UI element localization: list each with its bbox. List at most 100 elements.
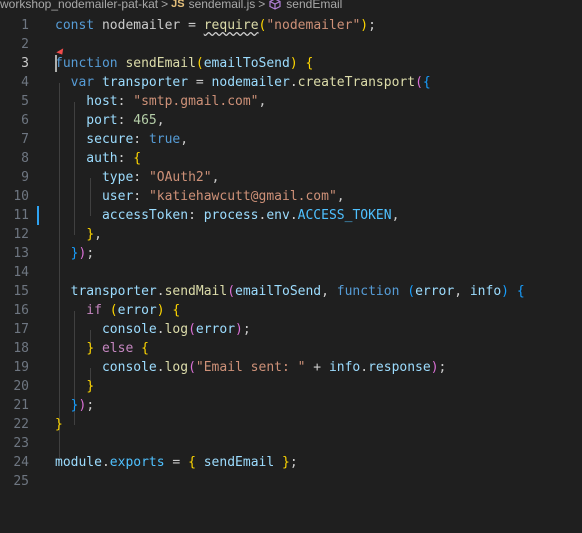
code-token: { [172, 303, 181, 318]
code-text: if (error) { [55, 301, 180, 320]
code-token: , [321, 284, 337, 299]
code-token: . [289, 208, 298, 223]
code-editor[interactable]: 1 const nodemailer = require("nodemailer"… [0, 12, 582, 533]
line-number: 10 [13, 189, 29, 204]
code-token: ; [289, 455, 298, 470]
code-token: , [336, 189, 345, 204]
code-text: console.log(error); [55, 320, 251, 339]
line-number: 16 [13, 303, 29, 318]
code-text: var transporter = nodemailer.createTrans… [55, 73, 431, 92]
line-number: 2 [21, 37, 29, 52]
line-number: 11 [13, 208, 29, 223]
code-token: } [55, 417, 63, 432]
code-text: module.exports = { sendEmail }; [55, 453, 298, 472]
code-line[interactable]: 14 [0, 263, 582, 282]
code-token: ) [289, 56, 306, 71]
breadcrumb-folder[interactable]: workshop_nodemailer-pat-kat [0, 0, 158, 10]
code-token: ) [430, 360, 439, 375]
code-line[interactable]: 19 console.log("Email sent: " + info.res… [0, 358, 582, 377]
line-number: 7 [21, 132, 29, 147]
code-token: exports [109, 455, 165, 470]
code-line[interactable]: 15 transporter.sendMail(emailToSend, fun… [0, 282, 582, 301]
code-line[interactable]: 18 } else { [0, 339, 582, 358]
code-line[interactable]: 8 auth: { [0, 149, 582, 168]
code-line[interactable]: 1 const nodemailer = require("nodemailer"… [0, 16, 582, 35]
code-text: accessToken: process.env.ACCESS_TOKEN, [55, 206, 399, 225]
code-token: function [336, 284, 408, 299]
code-token: ( [227, 284, 236, 299]
code-token: const [55, 18, 102, 33]
code-token: auth [55, 151, 118, 166]
code-text: function sendEmail(emailToSend) { [55, 54, 313, 73]
line-number: 23 [13, 436, 29, 451]
line-number: 3 [21, 56, 29, 71]
code-token: , [454, 284, 470, 299]
code-line[interactable]: 13 }); [0, 244, 582, 263]
code-line[interactable]: 7 secure: true, [0, 130, 582, 149]
code-token: { [188, 455, 204, 470]
code-text: }); [55, 396, 94, 415]
breadcrumb-symbol[interactable]: sendEmail [286, 0, 342, 10]
code-line[interactable]: 24 module.exports = { sendEmail }; [0, 453, 582, 472]
code-token: info [469, 284, 502, 299]
code-line[interactable]: 21 }); [0, 396, 582, 415]
code-text: port: 465, [55, 111, 164, 130]
breadcrumb-file[interactable]: sendemail.js [189, 0, 256, 10]
code-text: user: "katiehawcutt@gmail.com", [55, 187, 345, 206]
code-line[interactable]: 9 type: "OAuth2", [0, 168, 582, 187]
code-text: const nodemailer = require("nodemailer")… [55, 16, 376, 35]
code-token: } [86, 341, 95, 356]
code-token: console [55, 360, 157, 375]
code-token: if [55, 303, 110, 318]
code-line[interactable]: 20 } [0, 377, 582, 396]
code-token: ( [109, 303, 118, 318]
code-token: ) [360, 18, 369, 33]
code-token: var [55, 75, 102, 90]
code-line[interactable]: 2 [0, 35, 582, 54]
code-line[interactable]: 4 var transporter = nodemailer.createTra… [0, 73, 582, 92]
code-line[interactable]: 6 port: 465, [0, 111, 582, 130]
code-token: host [55, 94, 118, 109]
javascript-file-icon: JS [171, 0, 185, 10]
code-line[interactable]: 22} [0, 415, 582, 434]
code-token: accessToken [55, 208, 189, 223]
code-line[interactable]: 10 user: "katiehawcutt@gmail.com", [0, 187, 582, 206]
code-token: transporter [101, 75, 189, 90]
code-token: . [156, 360, 165, 375]
code-line[interactable]: 25 [0, 472, 582, 491]
code-token: : [117, 113, 134, 128]
line-number: 6 [21, 113, 29, 128]
code-token: { [305, 56, 314, 71]
code-token: process [203, 208, 259, 223]
code-line[interactable]: 16 if (error) { [0, 301, 582, 320]
line-number: 1 [21, 18, 29, 33]
code-line[interactable]: 17 console.log(error); [0, 320, 582, 339]
code-token: true [148, 132, 181, 147]
code-token: = [164, 455, 189, 470]
code-text: }, [55, 225, 102, 244]
code-token: } [274, 455, 290, 470]
code-token: ; [368, 18, 376, 33]
code-token: { [516, 284, 525, 299]
code-line[interactable]: 3 function sendEmail(emailToSend) { [0, 54, 582, 73]
code-token: ; [86, 246, 95, 261]
code-token: } [86, 227, 95, 242]
code-line[interactable]: 11 accessToken: process.env.ACCESS_TOKEN… [0, 206, 582, 225]
code-line[interactable]: 5 host: "smtp.gmail.com", [0, 92, 582, 111]
code-token: secure [55, 132, 134, 147]
code-token: nodemailer [211, 75, 290, 90]
code-token: ) [501, 284, 517, 299]
code-token: module [55, 455, 102, 470]
code-line[interactable]: 23 [0, 434, 582, 453]
code-token: response [368, 360, 431, 375]
code-line[interactable]: 12 }, [0, 225, 582, 244]
code-token: emailToSend [203, 56, 290, 71]
code-token: sendEmail [203, 455, 275, 470]
code-token: createTransport [297, 75, 416, 90]
code-token: emailToSend [235, 284, 322, 299]
code-token: . [289, 75, 298, 90]
